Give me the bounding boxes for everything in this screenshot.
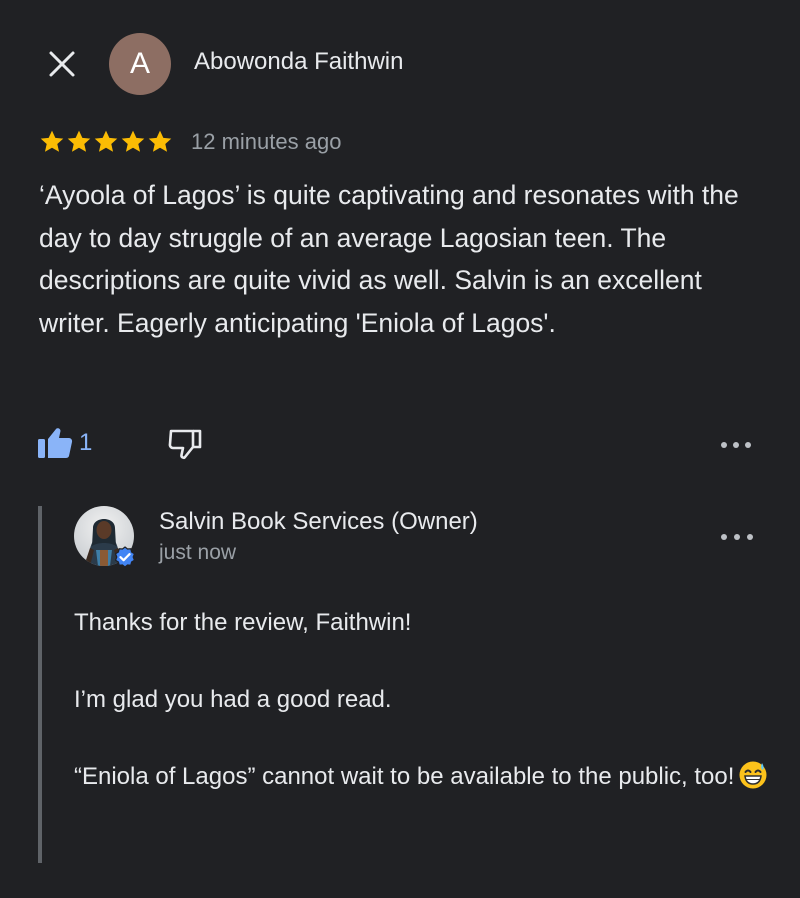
reviewer-name[interactable]: Abowonda Faithwin [194, 48, 403, 76]
star-icon [148, 130, 172, 152]
owner-name[interactable]: Salvin Book Services (Owner) [159, 508, 478, 536]
thumbs-up-icon [38, 428, 73, 458]
reply-more-button[interactable] [721, 525, 753, 549]
rating-row: 12 minutes ago [39, 124, 341, 160]
reply-line: “Eniola of Lagos” cannot wait to be avai… [74, 758, 774, 797]
star-rating [39, 129, 173, 155]
star-icon [94, 130, 118, 152]
review-time: 12 minutes ago [191, 129, 342, 154]
close-icon [49, 51, 75, 77]
reply-divider [38, 506, 42, 863]
review-text: ‘Ayoola of Lagos’ is quite captivating a… [39, 180, 739, 338]
more-horizontal-icon [721, 534, 727, 540]
reply-line: Thanks for the review, Faithwin! [74, 609, 412, 636]
grinning-sweat-emoji [739, 761, 767, 789]
owner-avatar[interactable] [74, 506, 136, 568]
like-count: 1 [79, 429, 93, 456]
reply-time: just now [159, 541, 237, 564]
like-button[interactable]: 1 [37, 423, 92, 463]
reviewer-avatar[interactable]: A [109, 33, 171, 95]
reply-text: Thanks for the review, Faithwin! I’m gla… [74, 604, 774, 797]
reply-line: I’m glad you had a good read. [74, 686, 392, 713]
verified-check-icon [114, 546, 136, 568]
star-icon [121, 130, 145, 152]
dislike-button[interactable] [166, 425, 204, 463]
thumbs-down-icon [168, 429, 202, 459]
review-more-button[interactable] [721, 433, 751, 457]
star-icon [40, 130, 64, 152]
more-horizontal-icon [721, 442, 727, 448]
star-icon [67, 130, 91, 152]
close-button[interactable] [44, 46, 80, 82]
review-detail-panel: A Abowonda Faithwin 12 minutes ago ‘Ayoo… [0, 0, 800, 898]
